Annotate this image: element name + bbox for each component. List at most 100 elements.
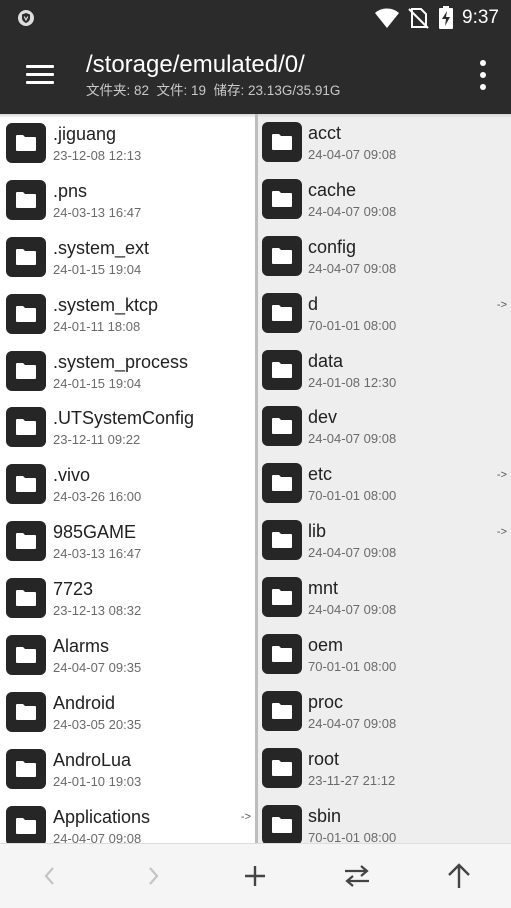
folder-icon	[6, 691, 46, 732]
folder-icon	[6, 805, 46, 843]
folder-item[interactable]: .pns 24-03-13 16:47	[0, 171, 255, 228]
right-file-pane[interactable]: acct 24-04-07 09:08 cache 24-04-07 09:08 con…	[258, 114, 511, 843]
folder-icon	[6, 748, 46, 789]
symlink-indicator: ->	[496, 469, 507, 482]
folder-item[interactable]: Applications 24-04-07 09:08 ->	[0, 797, 255, 843]
back-icon	[44, 867, 54, 885]
folder-date: 23-12-13 08:32	[53, 603, 142, 619]
folder-name: etc	[308, 464, 333, 485]
folder-date: 23-12-11 09:22	[53, 432, 141, 448]
folder-item[interactable]: Alarms 24-04-07 09:35	[0, 626, 255, 683]
folder-date: 70-01-01 08:00	[308, 829, 397, 843]
folder-date: 70-01-01 08:00	[308, 659, 397, 675]
folder-item[interactable]: 7723 23-12-13 08:32	[0, 569, 255, 626]
folder-item[interactable]: Android 24-03-05 20:35	[0, 683, 255, 740]
folder-name: oem	[308, 635, 344, 656]
bottom-toolbar	[0, 843, 511, 908]
status-bar: 9:37	[0, 0, 511, 36]
folder-date: 24-04-07 09:08	[308, 602, 397, 618]
folder-item[interactable]: .system_process 24-01-15 19:04	[0, 342, 255, 399]
folder-name: .vivo	[53, 465, 91, 486]
folder-item[interactable]: AndroLua 24-01-10 19:03	[0, 740, 255, 797]
folder-name: Android	[53, 692, 116, 713]
right-file-list: acct 24-04-07 09:08 cache 24-04-07 09:08 con…	[258, 114, 511, 843]
folder-icon	[6, 578, 46, 619]
folder-date: 24-01-11 18:08	[53, 318, 141, 334]
folder-name: Applications	[53, 806, 151, 827]
folder-icon	[6, 464, 46, 505]
folder-icon	[6, 521, 46, 562]
folder-item[interactable]: .vivo 24-03-26 16:00	[0, 455, 255, 512]
folder-name: sbin	[308, 805, 342, 826]
folder-date: 24-04-07 09:08	[308, 715, 397, 731]
menu-icon[interactable]	[22, 60, 58, 90]
folder-icon	[262, 178, 302, 219]
swap-icon	[345, 865, 369, 887]
folder-item[interactable]: data 24-01-08 12:30	[258, 342, 511, 399]
folder-date: 24-04-07 09:08	[308, 545, 397, 561]
folder-item[interactable]: sbin 70-01-01 08:00	[258, 797, 511, 843]
forward-button[interactable]	[133, 856, 173, 896]
back-button[interactable]	[30, 856, 70, 896]
storage-stats: 文件夹: 82 文件: 19 储存: 23.13G/35.91G	[86, 83, 341, 98]
folder-icon	[262, 122, 302, 162]
folder-name: acct	[308, 123, 342, 143]
folder-item[interactable]: .jiguang 23-12-08 12:13	[0, 114, 255, 171]
folder-name: root	[308, 748, 340, 769]
folder-item[interactable]: d 70-01-01 08:00 ->	[258, 285, 511, 342]
folder-icon	[6, 635, 46, 676]
folder-date: 24-03-13 16:47	[53, 204, 142, 220]
folder-icon	[262, 349, 302, 390]
folder-item[interactable]: lib 24-04-07 09:08 ->	[258, 512, 511, 569]
folder-name: cache	[308, 179, 357, 200]
folder-name: config	[308, 236, 357, 257]
toolbar: /storage/emulated/0/ 文件夹: 82 文件: 19 储存: …	[0, 36, 511, 114]
folder-item[interactable]: cache 24-04-07 09:08	[258, 171, 511, 228]
folder-name: AndroLua	[53, 749, 132, 770]
title-area: /storage/emulated/0/ 文件夹: 82 文件: 19 储存: …	[86, 50, 451, 100]
symlink-indicator: ->	[496, 526, 507, 539]
add-button[interactable]	[235, 856, 275, 896]
status-icons: 9:37	[374, 4, 499, 32]
symlink-indicator: ->	[240, 810, 251, 823]
folder-icon	[262, 690, 302, 731]
folder-name: 985GAME	[53, 522, 137, 543]
folder-name: lib	[308, 521, 327, 542]
no-sim-icon	[408, 8, 429, 29]
folder-item[interactable]: dev 24-04-07 09:08	[258, 398, 511, 455]
folder-item[interactable]: .system_ext 24-01-15 19:04	[0, 228, 255, 285]
folder-name: proc	[308, 691, 344, 712]
folder-name: .system_ext	[53, 237, 150, 258]
current-path-title: /storage/emulated/0/	[86, 51, 305, 78]
symlink-indicator: ->	[496, 298, 507, 311]
folder-name: .system_ktcp	[53, 294, 159, 315]
folder-item[interactable]: 985GAME 24-03-13 16:47	[0, 512, 255, 569]
folder-item[interactable]: proc 24-04-07 09:08	[258, 683, 511, 740]
folder-icon	[262, 577, 302, 618]
left-file-pane[interactable]: .jiguang 23-12-08 12:13 .pns 24-03-13 16:47…	[0, 114, 255, 843]
folder-item[interactable]: .UTSystemConfig 23-12-11 09:22	[0, 398, 255, 455]
folder-name: d	[308, 293, 319, 314]
swap-panes-button[interactable]	[337, 856, 377, 896]
folder-item[interactable]: root 23-11-27 21:12	[258, 740, 511, 797]
add-icon	[245, 866, 265, 886]
folder-date: 24-01-15 19:04	[53, 375, 142, 391]
folder-date: 24-03-05 20:35	[53, 716, 142, 732]
folder-icon	[6, 350, 46, 391]
folder-item[interactable]: etc 70-01-01 08:00 ->	[258, 455, 511, 512]
more-options-icon[interactable]	[477, 58, 489, 92]
folder-date: 24-04-07 09:08	[53, 830, 142, 843]
folder-item[interactable]: acct 24-04-07 09:08	[258, 114, 511, 171]
folder-date: 24-03-13 16:47	[53, 546, 142, 562]
folder-date: 24-04-07 09:08	[308, 431, 397, 447]
folder-name: data	[308, 350, 344, 371]
folder-item[interactable]: mnt 24-04-07 09:08	[258, 569, 511, 626]
folder-item[interactable]: oem 70-01-01 08:00	[258, 626, 511, 683]
parent-directory-button[interactable]	[439, 856, 479, 896]
folder-icon	[6, 293, 46, 334]
folder-icon	[262, 463, 302, 504]
folder-item[interactable]: .system_ktcp 24-01-11 18:08	[0, 285, 255, 342]
folder-item[interactable]: config 24-04-07 09:08	[258, 228, 511, 285]
forward-icon	[149, 867, 159, 885]
folder-icon	[6, 236, 46, 277]
